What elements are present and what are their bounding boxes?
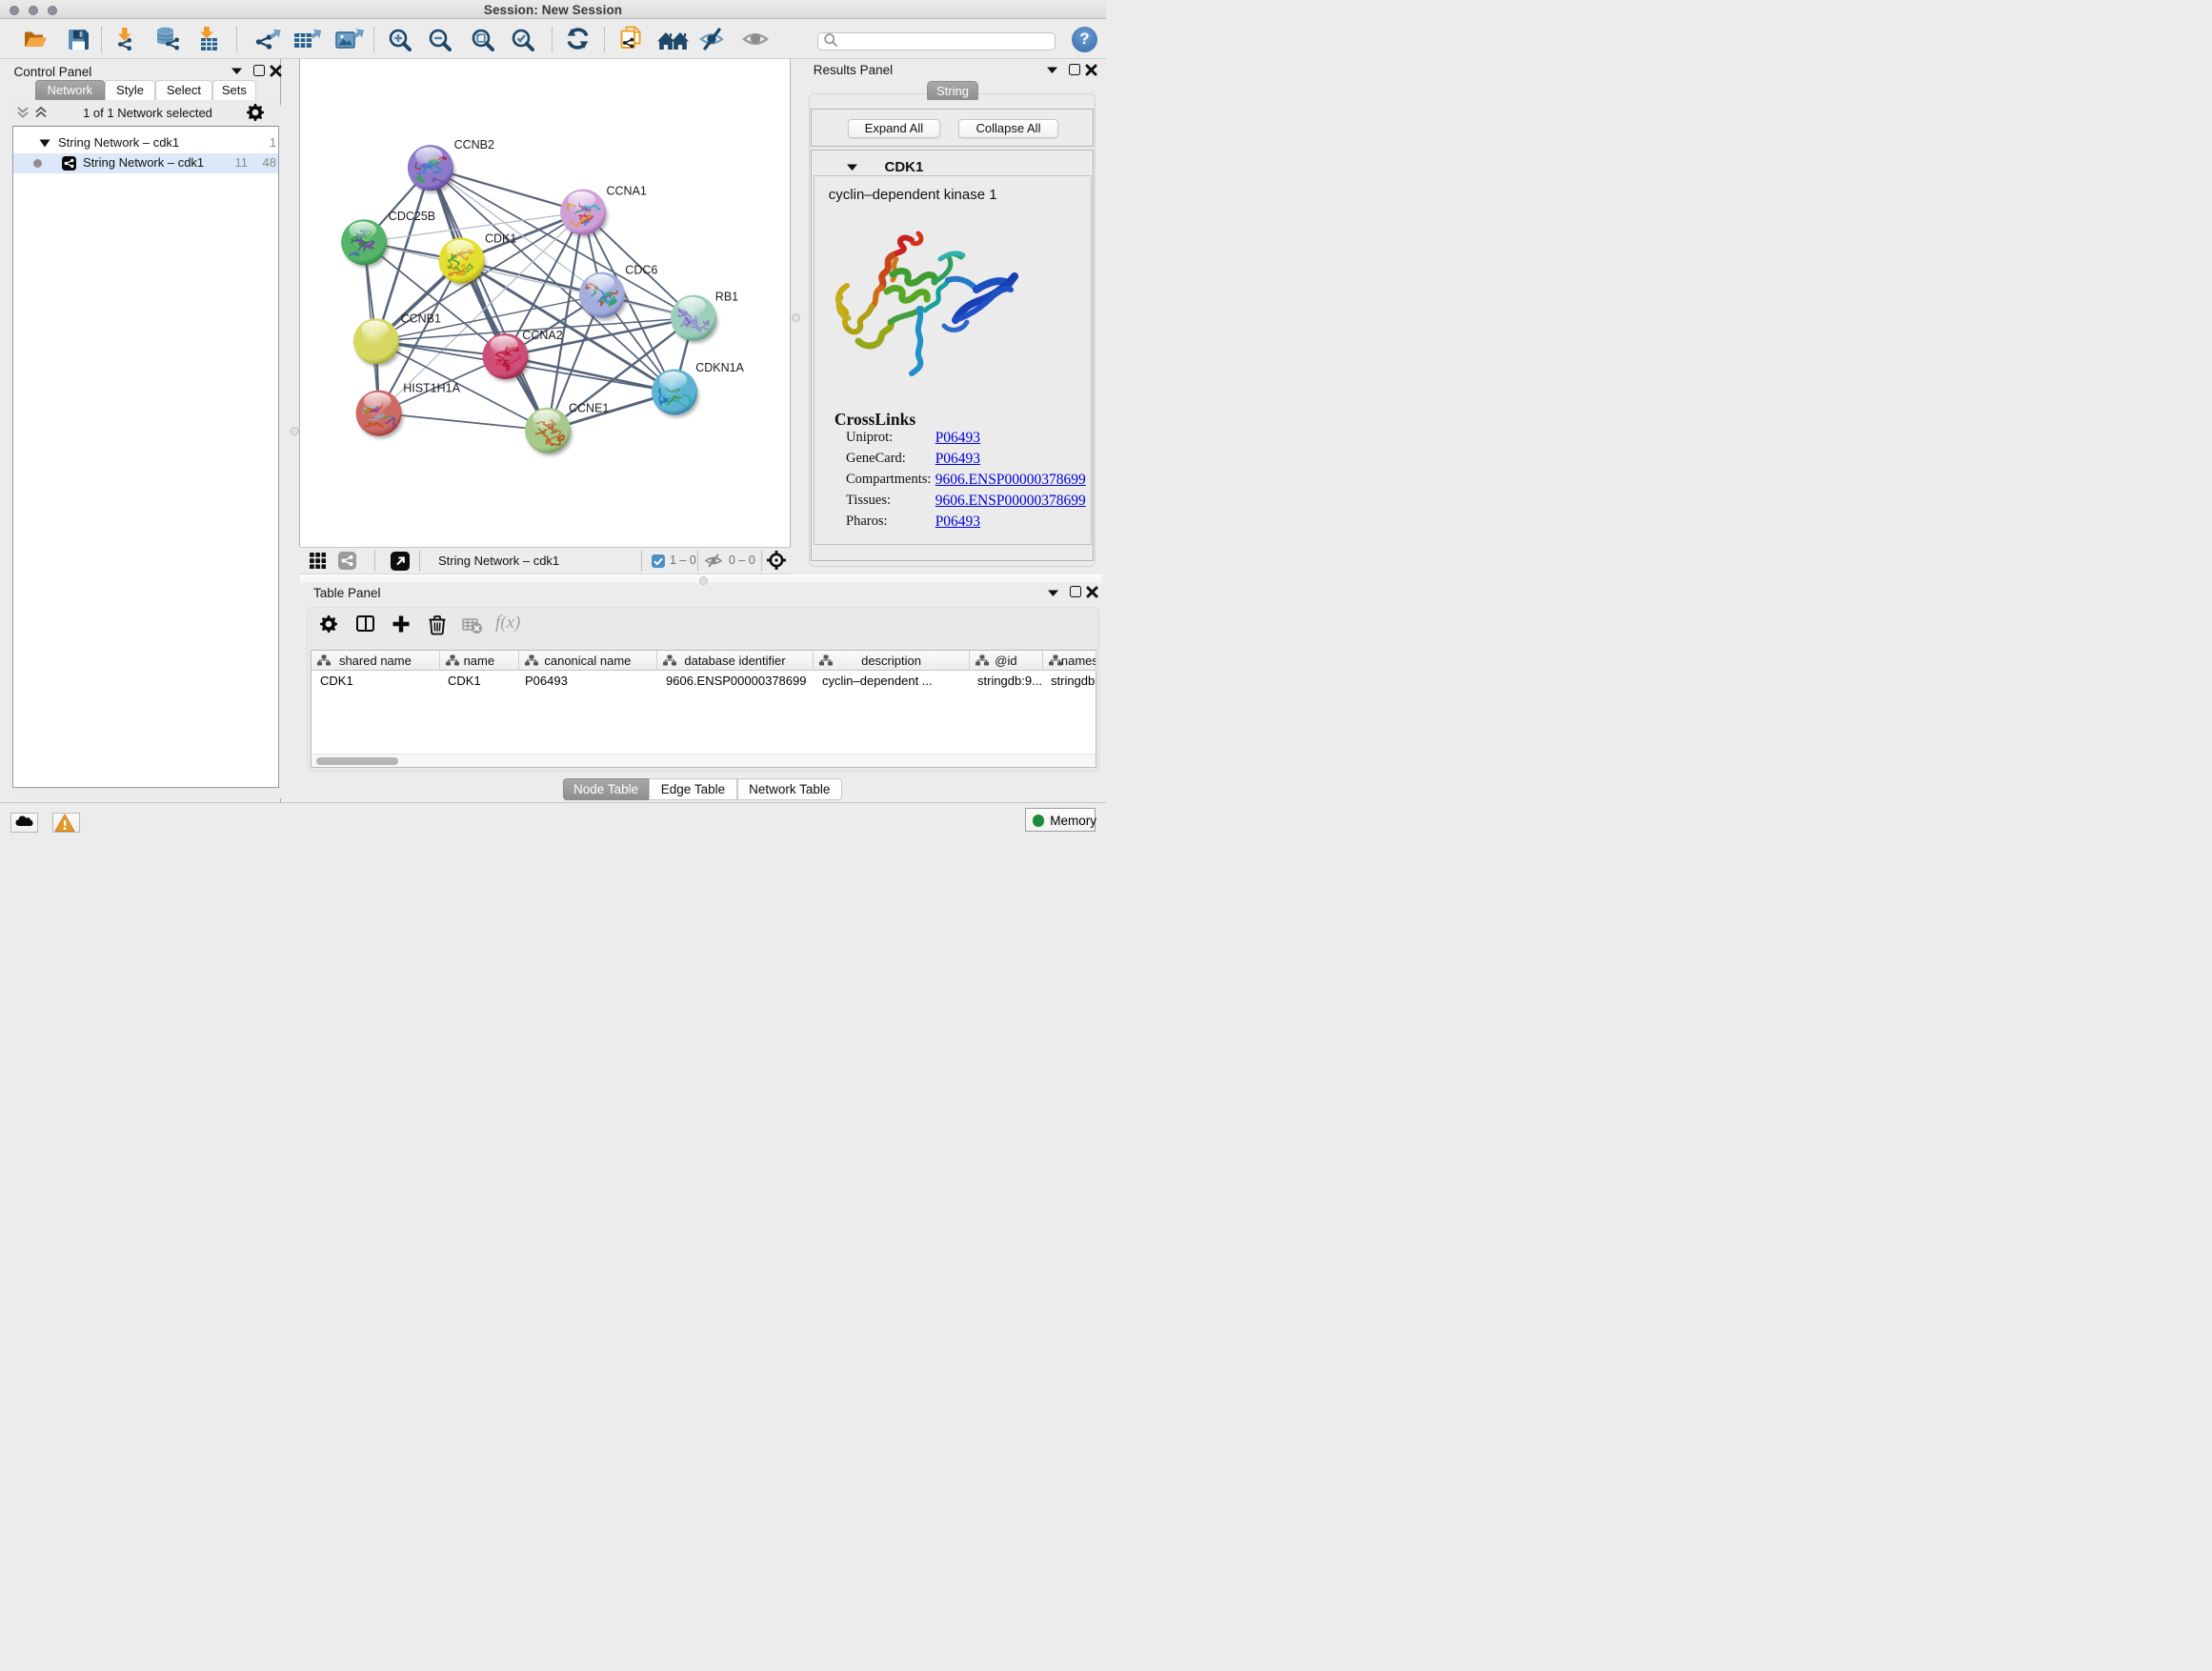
svg-text:CDC25B: CDC25B bbox=[389, 210, 435, 223]
svg-text:CCNA2: CCNA2 bbox=[522, 329, 562, 342]
svg-text:CCNB2: CCNB2 bbox=[454, 138, 494, 151]
svg-text:CDK1: CDK1 bbox=[485, 232, 516, 246]
svg-text:RB1: RB1 bbox=[715, 291, 738, 304]
svg-text:CDKN1A: CDKN1A bbox=[695, 361, 744, 374]
svg-text:HIST1H1A: HIST1H1A bbox=[403, 382, 460, 395]
svg-text:CCNE1: CCNE1 bbox=[569, 402, 609, 415]
svg-text:CCNA1: CCNA1 bbox=[607, 185, 647, 198]
svg-text:CDC6: CDC6 bbox=[625, 264, 657, 277]
svg-text:CCNB1: CCNB1 bbox=[401, 312, 441, 326]
